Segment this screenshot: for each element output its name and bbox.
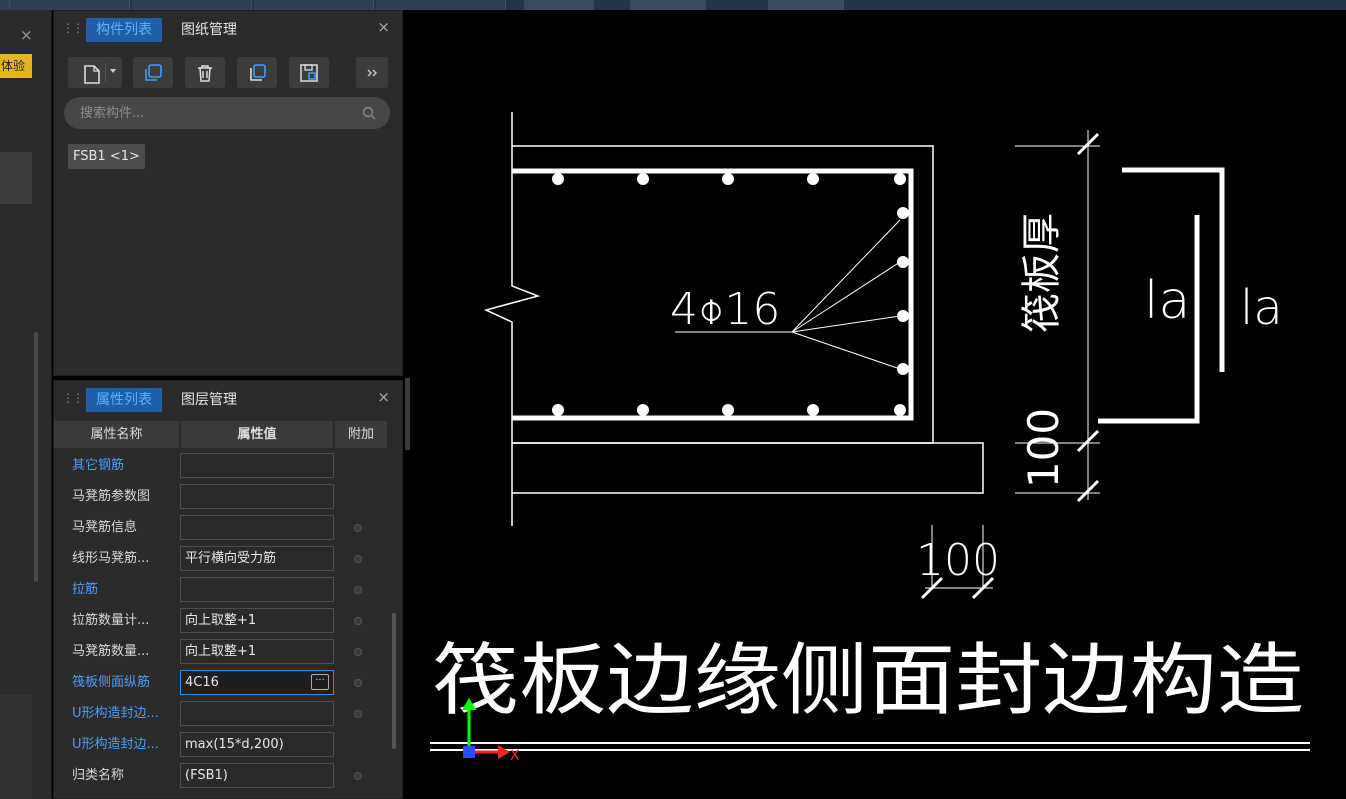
dim-100-horizontal: 100 [916, 535, 1000, 586]
column-header-extra[interactable]: 附加 [335, 421, 387, 448]
tab-layer-management[interactable]: 图层管理 [171, 388, 247, 412]
property-row[interactable]: 线形马凳筋... 平行横向受力筋 [54, 543, 390, 574]
left-panel-scrollbar[interactable] [34, 332, 38, 582]
la-label-outer: la [1240, 280, 1283, 336]
extra-checkbox[interactable] [354, 555, 362, 563]
extra-checkbox[interactable] [354, 617, 362, 625]
property-value-field[interactable]: 向上取整+1 [180, 639, 334, 664]
property-value-text: 平行横向受力筋 [185, 551, 277, 566]
property-name[interactable]: 拉筋 [72, 574, 180, 605]
chevron-down-icon[interactable] [110, 69, 116, 73]
property-value-field[interactable] [180, 701, 334, 726]
new-component-button[interactable] [68, 57, 122, 88]
new-file-icon [84, 65, 100, 84]
extra-checkbox[interactable] [354, 679, 362, 687]
property-value-text: 向上取整+1 [185, 613, 257, 628]
property-value-field[interactable] [180, 577, 334, 602]
extra-checkbox[interactable] [354, 710, 362, 718]
property-value-text: (FSB1) [185, 768, 228, 783]
property-list-panel: ⋮⋮ 属性列表 图层管理 × 属性名称 属性值 附加 其它钢筋 马凳筋参数图 马凳筋… [53, 380, 403, 799]
extra-checkbox[interactable] [354, 524, 362, 532]
dim-100-vertical: 100 [1019, 408, 1068, 488]
rebar-callout-text: 4⌽16 [670, 284, 780, 335]
component-search-box [64, 97, 390, 129]
property-row[interactable]: 归类名称 (FSB1) [54, 760, 390, 791]
left-panel-close-icon[interactable]: × [20, 28, 33, 43]
drag-grip-icon[interactable]: ⋮⋮ [62, 391, 84, 405]
property-value-text: 4C16 [185, 675, 219, 690]
duplicate-component-button[interactable] [237, 57, 277, 88]
property-value-field[interactable]: max(15*d,200) [180, 732, 334, 757]
axis-x-label: X [510, 748, 520, 764]
property-value-field[interactable]: 向上取整+1 [180, 608, 334, 633]
component-list-panel: ⋮⋮ 构件列表 图纸管理 × FSB1 <1> [53, 10, 403, 376]
property-value-field[interactable] [180, 484, 334, 509]
property-name: 马凳筋信息 [72, 520, 138, 535]
property-value-text: 向上取整+1 [185, 644, 257, 659]
double-chevron-right-icon [367, 69, 377, 76]
more-tools-button[interactable] [356, 57, 388, 88]
left-panel-selected-item[interactable] [0, 152, 32, 204]
left-collapsed-panel: × 体验 [0, 10, 52, 799]
property-row[interactable]: 马凳筋数量... 向上取整+1 [54, 636, 390, 667]
property-value-field[interactable]: (FSB1) [180, 763, 334, 788]
property-name[interactable]: 筏板侧面纵筋 [72, 667, 180, 698]
property-row[interactable]: U形构造封边... max(15*d,200) [54, 729, 390, 760]
column-header-value[interactable]: 属性值 [181, 421, 333, 448]
property-panel-header: ⋮⋮ 属性列表 图层管理 × [54, 381, 402, 417]
drawing-title: 筏板边缘侧面封边构造 [432, 636, 1304, 726]
property-row[interactable]: 拉筋 [54, 574, 390, 605]
trash-icon [198, 64, 212, 82]
property-row[interactable]: 其它钢筋 [54, 450, 390, 481]
column-header-name[interactable]: 属性名称 [54, 421, 179, 448]
drag-grip-icon[interactable]: ⋮⋮ [62, 21, 84, 35]
search-input[interactable] [64, 97, 390, 129]
property-value-field[interactable] [180, 515, 334, 540]
thickness-label: 筏板厚 [1019, 213, 1065, 333]
save-icon [300, 63, 318, 82]
property-row[interactable]: 马凳筋参数图 [54, 481, 390, 512]
app-window: × 体验 ⋮⋮ 构件列表 图纸管理 × 搜索构件... FSB1 <1> ⋮⋮ … [0, 0, 1346, 799]
extra-checkbox[interactable] [354, 772, 362, 780]
component-list-item[interactable]: FSB1 <1> [68, 144, 145, 169]
extra-checkbox[interactable] [354, 648, 362, 656]
tab-drawing-management[interactable]: 图纸管理 [171, 18, 247, 42]
property-name: 马凳筋参数图 [72, 489, 151, 504]
la-label-inner: la [1144, 271, 1190, 331]
property-value-field[interactable] [180, 453, 334, 478]
property-name: 马凳筋数量... [72, 644, 150, 659]
property-value-field[interactable]: 4C16 ··· [180, 670, 334, 695]
property-name: 线形马凳筋... [72, 551, 150, 566]
property-row[interactable]: 拉筋数量计... 向上取整+1 [54, 605, 390, 636]
property-panel-close-icon[interactable]: × [377, 390, 390, 405]
trial-badge[interactable]: 体验 [0, 54, 32, 78]
property-row[interactable]: 筏板侧面纵筋 4C16 ··· [54, 667, 390, 698]
search-icon[interactable] [362, 106, 376, 120]
left-panel-footer [0, 695, 32, 799]
component-panel-header: ⋮⋮ 构件列表 图纸管理 × [54, 11, 402, 47]
component-panel-close-icon[interactable]: × [377, 20, 390, 35]
property-value-text: max(15*d,200) [185, 737, 284, 752]
property-name[interactable]: U形构造封边... [72, 698, 180, 729]
tab-property-list[interactable]: 属性列表 [86, 388, 162, 412]
save-template-button[interactable] [289, 57, 329, 88]
property-panel-scrollbar[interactable] [392, 613, 396, 749]
copy-icon [145, 63, 162, 81]
extra-checkbox[interactable] [354, 586, 362, 594]
property-name: 归类名称 [72, 768, 125, 783]
copy-component-button[interactable] [133, 57, 173, 88]
ellipsis-button[interactable]: ··· [311, 674, 329, 690]
property-value-field[interactable]: 平行横向受力筋 [180, 546, 334, 571]
top-toolbar-strip [0, 0, 1346, 10]
property-row[interactable]: 马凳筋信息 [54, 512, 390, 543]
delete-component-button[interactable] [185, 57, 225, 88]
property-name[interactable]: U形构造封边... [72, 729, 180, 760]
property-name[interactable]: 其它钢筋 [72, 450, 180, 481]
layers-copy-icon [250, 63, 266, 81]
property-row[interactable]: U形构造封边... [54, 698, 390, 729]
property-name: 拉筋数量计... [72, 613, 150, 628]
tab-component-list[interactable]: 构件列表 [86, 18, 162, 42]
cad-drawing-canvas[interactable]: 4⌽16 la la 筏板厚 100 100 筏板边缘侧面封边构造 X [410, 10, 1346, 799]
